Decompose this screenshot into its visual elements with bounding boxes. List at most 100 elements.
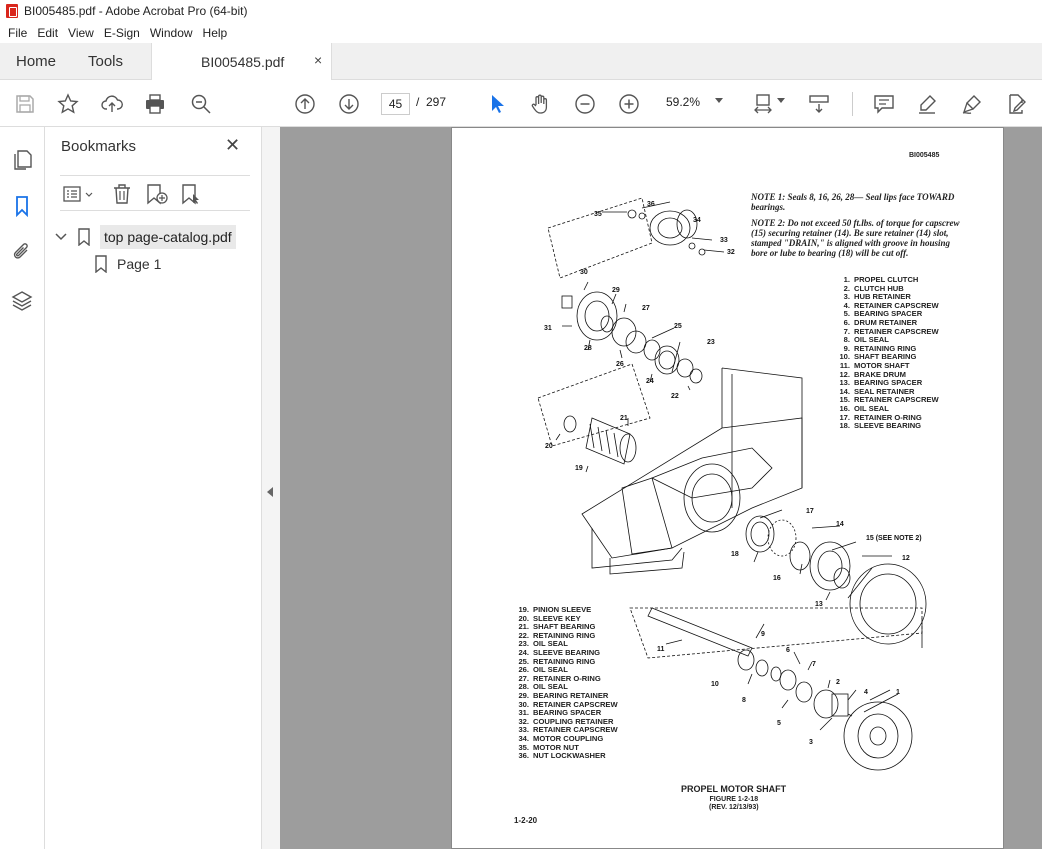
select-cursor-icon[interactable] (485, 92, 509, 116)
bookmark-item-page1[interactable]: Page 1 (93, 255, 161, 273)
legend-text: NUT LOCKWASHER (533, 751, 606, 761)
menu-window[interactable]: Window (150, 26, 193, 40)
menu-file[interactable]: File (8, 26, 27, 40)
legend-number: 36. (518, 751, 529, 761)
tab-document[interactable]: BI005485.pdf × (151, 43, 332, 80)
zoom-dropdown-icon[interactable] (715, 98, 723, 103)
callout-11: 11 (657, 646, 665, 653)
legend-row: 18. SLEEVE BEARING (837, 421, 939, 431)
tab-document-label: BI005485.pdf (201, 54, 285, 70)
callout-16: 16 (773, 575, 781, 582)
menu-help[interactable]: Help (203, 26, 228, 40)
bookmark-from-selection-icon[interactable] (180, 183, 204, 210)
callout-9: 9 (761, 631, 765, 638)
callout-36: 36 (647, 201, 655, 208)
callout-21: 20 (545, 443, 553, 450)
sign-icon[interactable] (960, 92, 984, 116)
options-menu-icon[interactable] (62, 183, 96, 210)
arrow-up-icon[interactable] (293, 92, 317, 116)
figure-revision: (REV. 12/13/93) (709, 804, 759, 811)
new-bookmark-icon[interactable] (145, 183, 169, 210)
page-total: 297 (426, 95, 447, 109)
upload-icon[interactable] (100, 92, 124, 116)
edit-icon[interactable] (1004, 92, 1028, 116)
document-viewer[interactable]: BI005485 NOTE 1: Seals 8, 16, 26, 28— Se… (280, 127, 1042, 849)
callout-18: 18 (731, 551, 739, 558)
callout-32: 32 (727, 249, 735, 256)
callout-30: 30 (580, 269, 588, 276)
attachment-icon[interactable] (11, 241, 35, 265)
pdf-page: BI005485 NOTE 1: Seals 8, 16, 26, 28— Se… (451, 127, 1004, 849)
comment-icon[interactable] (872, 92, 896, 116)
panel-title: Bookmarks (61, 138, 137, 155)
page-number-input[interactable]: 45 (381, 93, 410, 115)
close-panel-icon[interactable]: ✕ (225, 135, 240, 156)
callout-24: 24 (646, 378, 654, 385)
callout-8: 8 (742, 697, 746, 704)
bookmark-item-icon (78, 228, 90, 246)
callout-4: 4 (864, 689, 868, 696)
panel-collapse-handle[interactable] (262, 127, 280, 849)
toolbar-divider (852, 92, 853, 116)
callout-14: 14 (836, 521, 844, 528)
layers-icon[interactable] (11, 289, 35, 313)
menu-esign[interactable]: E-Sign (104, 26, 140, 40)
callout-15: 15 (SEE NOTE 2) (866, 535, 922, 542)
callout-31: 31 (544, 325, 552, 332)
close-tab-icon[interactable]: × (314, 52, 322, 68)
callout-28: 28 (584, 345, 592, 352)
fit-dropdown-icon[interactable] (777, 98, 785, 103)
callout-34: 34 (693, 217, 701, 224)
menu-edit[interactable]: Edit (37, 26, 58, 40)
page-label: 1-2-20 (514, 816, 538, 825)
left-rail (0, 127, 45, 849)
callout-25: 25 (674, 323, 682, 330)
callout-33: 33 (720, 237, 728, 244)
callout-13: 13 (815, 601, 823, 608)
bookmark-icon[interactable] (11, 195, 35, 219)
search-zoom-icon[interactable] (189, 92, 213, 116)
menu-bar: File Edit View E-Sign Window Help (0, 22, 1042, 43)
bookmark-tools (60, 175, 250, 211)
zoom-in-icon[interactable] (617, 92, 641, 116)
zoom-out-icon[interactable] (573, 92, 597, 116)
legend-number: 18. (839, 421, 850, 431)
callout-10: 10 (711, 681, 719, 688)
callout-2: 2 (836, 679, 840, 686)
callout-19: 19 (575, 465, 583, 472)
print-icon[interactable] (143, 92, 167, 116)
callout-20: 21 (620, 415, 628, 422)
collapse-arrow-icon[interactable] (267, 487, 273, 497)
tab-tools[interactable]: Tools (88, 53, 123, 70)
pdf-icon (6, 4, 18, 18)
star-icon[interactable] (56, 92, 80, 116)
scroll-icon[interactable] (807, 92, 831, 116)
legend-row: 36. NUT LOCKWASHER (516, 751, 618, 761)
tab-home[interactable]: Home (16, 53, 56, 70)
bookmark-label: top page-catalog.pdf (100, 225, 236, 249)
toolbar: 45 / 297 59.2% (0, 80, 1042, 127)
callout-7: 7 (812, 661, 816, 668)
save-icon[interactable] (13, 92, 37, 116)
legend-text: SLEEVE BEARING (854, 421, 922, 431)
fit-page-icon[interactable] (752, 92, 776, 116)
window-title: BI005485.pdf - Adobe Acrobat Pro (64-bit… (24, 4, 248, 18)
callout-5: 5 (777, 720, 781, 727)
parts-legend-bottom: 19. PINION SLEEVE 20. SLEEVE KEY 21. SHAFT BE… (516, 605, 618, 761)
callout-6: 6 (786, 647, 790, 654)
callout-12: 12 (902, 555, 910, 562)
bookmark-item-catalog[interactable]: top page-catalog.pdf (54, 223, 259, 251)
callout-17: 17 (806, 508, 814, 515)
bookmark-label: Page 1 (117, 256, 162, 272)
zoom-level[interactable]: 59.2% (666, 95, 700, 109)
callout-3: 3 (809, 739, 813, 746)
menu-view[interactable]: View (68, 26, 94, 40)
pages-icon[interactable] (11, 149, 35, 173)
bookmark-item-icon (95, 255, 107, 273)
arrow-down-icon[interactable] (337, 92, 361, 116)
chevron-down-icon[interactable] (54, 230, 68, 244)
highlight-icon[interactable] (915, 92, 939, 116)
hand-icon[interactable] (529, 92, 553, 116)
delete-bookmark-icon[interactable] (111, 183, 133, 210)
callout-1: 1 (896, 689, 900, 696)
